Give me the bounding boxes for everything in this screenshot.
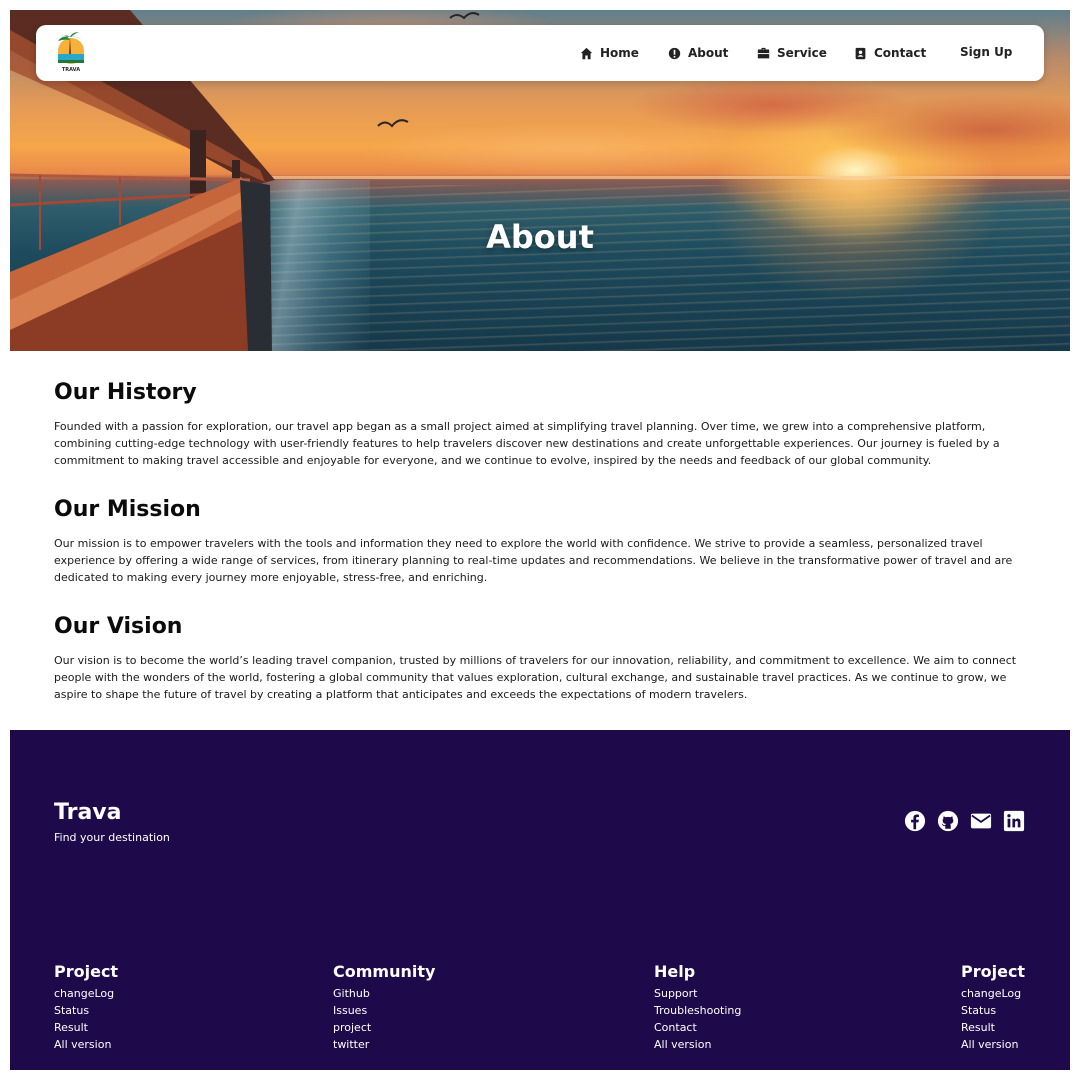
info-icon (668, 47, 681, 59)
footer-link-project[interactable]: project (333, 1019, 435, 1036)
home-icon (580, 47, 593, 59)
nav-contact[interactable]: Contact (854, 45, 926, 61)
nav-service[interactable]: Service (757, 45, 827, 61)
page-frame: About TRAVA Home About Service Contact S… (10, 10, 1070, 1070)
footer-column-title: Project (54, 962, 119, 981)
footer-link-twitter[interactable]: twitter (333, 1036, 435, 1053)
footer-link-result[interactable]: Result (54, 1019, 118, 1036)
nav-service-label: Service (777, 46, 827, 60)
footer-link-all-version[interactable]: All version (654, 1036, 741, 1053)
footer-column-project-2: Project changeLog Status Result All vers… (961, 962, 1025, 1053)
nav-about-label: About (688, 46, 729, 60)
mail-icon[interactable] (970, 810, 992, 832)
facebook-icon[interactable] (904, 810, 926, 832)
footer: Trava Find your destination Project chan… (10, 730, 1070, 1070)
signup-button[interactable]: Sign Up (960, 45, 1012, 59)
footer-link-github[interactable]: Github (333, 985, 435, 1002)
footer-column-title: Project (961, 962, 1026, 981)
footer-link-changelog[interactable]: changeLog (961, 985, 1025, 1002)
footer-link-troubleshooting[interactable]: Troubleshooting (654, 1002, 741, 1019)
nav-home-label: Home (600, 46, 639, 60)
hero-title: About (486, 218, 594, 256)
footer-link-changelog[interactable]: changeLog (54, 985, 118, 1002)
footer-brand: Trava (54, 800, 122, 825)
trava-logo[interactable]: TRAVA (54, 29, 88, 73)
footer-link-status[interactable]: Status (961, 1002, 1025, 1019)
nav-home[interactable]: Home (580, 45, 639, 61)
vision-title: Our Vision (54, 614, 183, 639)
linkedin-icon[interactable] (1003, 810, 1025, 832)
footer-column-project: Project changeLog Status Result All vers… (54, 962, 118, 1053)
social-links (904, 810, 1025, 832)
footer-column-help: Help Support Troubleshooting Contact All… (654, 962, 741, 1053)
history-title: Our History (54, 380, 197, 405)
footer-link-all-version[interactable]: All version (54, 1036, 118, 1053)
nav-contact-label: Contact (874, 46, 927, 60)
logo-text: TRAVA (62, 67, 80, 73)
footer-link-issues[interactable]: Issues (333, 1002, 435, 1019)
footer-link-support[interactable]: Support (654, 985, 741, 1002)
history-section: Our History Founded with a passion for e… (54, 380, 1029, 469)
footer-link-contact[interactable]: Contact (654, 1019, 741, 1036)
contact-icon (855, 47, 866, 59)
vision-text: Our vision is to become the world’s lead… (54, 654, 1017, 701)
footer-column-title: Community (333, 962, 436, 981)
footer-column-title: Help (654, 962, 696, 981)
navbar: TRAVA Home About Service Contact Sign Up (36, 25, 1044, 81)
footer-column-community: Community Github Issues project twitter (333, 962, 435, 1053)
vision-section: Our Vision Our vision is to become the w… (54, 614, 1029, 703)
footer-link-status[interactable]: Status (54, 1002, 118, 1019)
mission-section: Our Mission Our mission is to empower tr… (54, 497, 1029, 586)
nav-about[interactable]: About (668, 45, 728, 61)
footer-link-all-version[interactable]: All version (961, 1036, 1025, 1053)
briefcase-icon (757, 47, 770, 58)
mission-text: Our mission is to empower travelers with… (54, 537, 1013, 584)
footer-tagline: Find your destination (54, 831, 170, 844)
footer-link-result[interactable]: Result (961, 1019, 1025, 1036)
mission-title: Our Mission (54, 497, 201, 522)
history-text: Founded with a passion for exploration, … (54, 420, 1000, 467)
github-icon[interactable] (937, 810, 959, 832)
